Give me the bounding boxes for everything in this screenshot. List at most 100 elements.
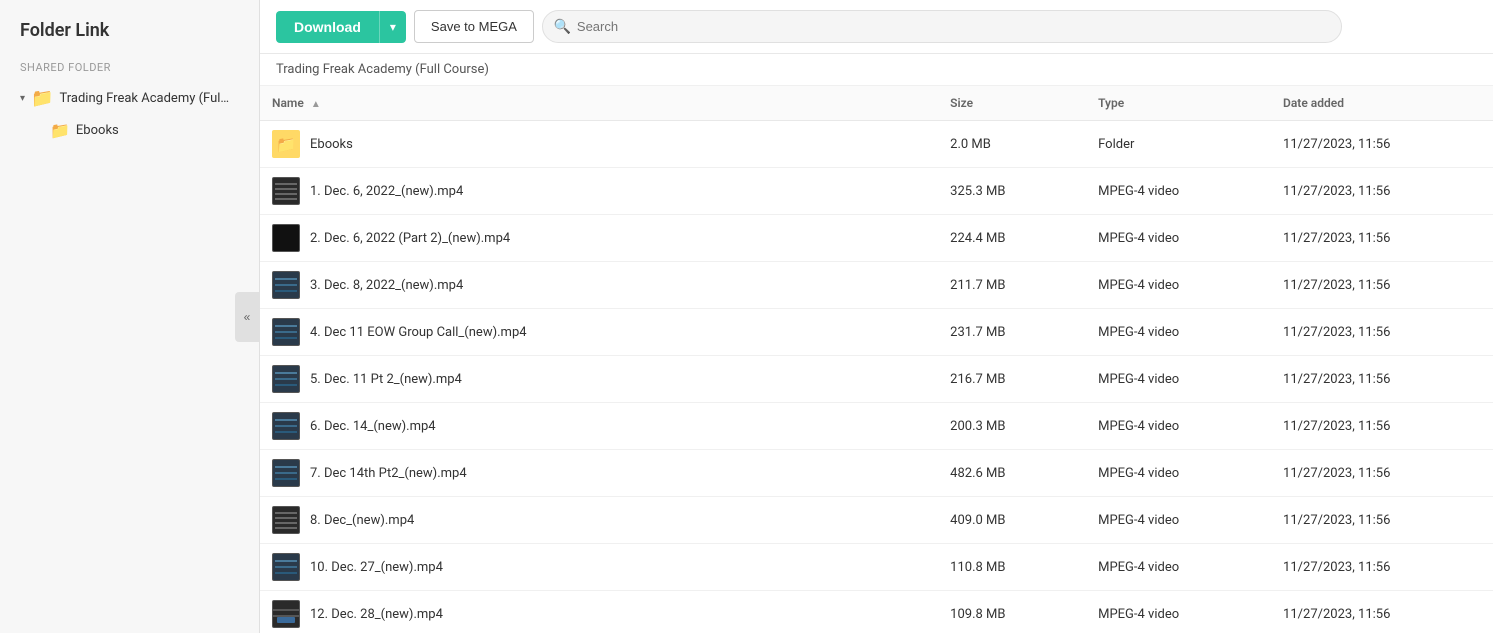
download-button-group: Download ▾ [276, 11, 406, 43]
file-type: MPEG-4 video [1086, 262, 1271, 309]
breadcrumb: Trading Freak Academy (Full Course) [260, 54, 1493, 86]
file-name-text: Ebooks [310, 137, 353, 152]
video-thumbnail [272, 318, 300, 346]
main-content: Download ▾ Save to MEGA 🔍 Trading Freak … [260, 0, 1493, 633]
col-header-name[interactable]: Name ▲ [260, 86, 938, 121]
file-type: Folder [1086, 121, 1271, 168]
file-name-text: 3. Dec. 8, 2022_(new).mp4 [310, 278, 463, 293]
table-row[interactable]: 5. Dec. 11 Pt 2_(new).mp4 216.7 MB MPEG-… [260, 356, 1493, 403]
col-header-type: Type [1086, 86, 1271, 121]
file-name-text: 6. Dec. 14_(new).mp4 [310, 419, 436, 434]
file-date: 11/27/2023, 11:56 [1271, 309, 1493, 356]
table-row[interactable]: 3. Dec. 8, 2022_(new).mp4 211.7 MB MPEG-… [260, 262, 1493, 309]
table-row[interactable]: 10. Dec. 27_(new).mp4 110.8 MB MPEG-4 vi… [260, 544, 1493, 591]
sort-arrow-icon: ▲ [311, 99, 321, 110]
file-date: 11/27/2023, 11:56 [1271, 168, 1493, 215]
file-type: MPEG-4 video [1086, 450, 1271, 497]
video-thumbnail [272, 224, 300, 252]
file-type: MPEG-4 video [1086, 591, 1271, 633]
file-date: 11/27/2023, 11:56 [1271, 121, 1493, 168]
video-thumbnail [272, 177, 300, 205]
collapse-icon: « [244, 310, 251, 324]
file-size: 482.6 MB [938, 450, 1086, 497]
shared-folder-label: Shared folder [0, 61, 259, 82]
root-folder-label: Trading Freak Academy (Full C [59, 91, 229, 106]
file-name-text: 5. Dec. 11 Pt 2_(new).mp4 [310, 372, 462, 387]
video-thumbnail [272, 600, 300, 628]
folder-icon: 📁 [31, 88, 53, 109]
table-row[interactable]: 8. Dec_(new).mp4 409.0 MB MPEG-4 video 1… [260, 497, 1493, 544]
chevron-down-icon: ▾ [20, 93, 25, 104]
file-name-cell: 1. Dec. 6, 2022_(new).mp4 [260, 168, 938, 215]
search-icon: 🔍 [554, 19, 571, 35]
toolbar: Download ▾ Save to MEGA 🔍 [260, 0, 1493, 54]
file-table-wrap: Name ▲ Size Type Date added 📁 Ebooks 2.0… [260, 86, 1493, 633]
video-thumbnail [272, 412, 300, 440]
file-name-text: 8. Dec_(new).mp4 [310, 513, 414, 528]
save-to-mega-button[interactable]: Save to MEGA [414, 10, 534, 43]
table-row[interactable]: 1. Dec. 6, 2022_(new).mp4 325.3 MB MPEG-… [260, 168, 1493, 215]
file-name-cell: 7. Dec 14th Pt2_(new).mp4 [260, 450, 938, 497]
search-container: 🔍 [542, 10, 1342, 43]
video-thumbnail [272, 553, 300, 581]
table-row[interactable]: 📁 Ebooks 2.0 MB Folder 11/27/2023, 11:56 [260, 121, 1493, 168]
download-dropdown-button[interactable]: ▾ [380, 11, 406, 43]
table-row[interactable]: 6. Dec. 14_(new).mp4 200.3 MB MPEG-4 vid… [260, 403, 1493, 450]
file-size: 2.0 MB [938, 121, 1086, 168]
table-row[interactable]: 4. Dec 11 EOW Group Call_(new).mp4 231.7… [260, 309, 1493, 356]
table-header-row: Name ▲ Size Type Date added [260, 86, 1493, 121]
file-name-text: 4. Dec 11 EOW Group Call_(new).mp4 [310, 325, 527, 340]
file-date: 11/27/2023, 11:56 [1271, 262, 1493, 309]
video-thumbnail [272, 459, 300, 487]
col-header-date: Date added [1271, 86, 1493, 121]
file-size: 216.7 MB [938, 356, 1086, 403]
video-thumbnail [272, 365, 300, 393]
search-input[interactable] [542, 10, 1342, 43]
table-row[interactable]: 7. Dec 14th Pt2_(new).mp4 482.6 MB MPEG-… [260, 450, 1493, 497]
file-size: 231.7 MB [938, 309, 1086, 356]
file-size: 325.3 MB [938, 168, 1086, 215]
file-date: 11/27/2023, 11:56 [1271, 215, 1493, 262]
file-name-cell: 2. Dec. 6, 2022 (Part 2)_(new).mp4 [260, 215, 938, 262]
download-button[interactable]: Download [276, 11, 380, 43]
file-name-cell: 4. Dec 11 EOW Group Call_(new).mp4 [260, 309, 938, 356]
file-name-cell: 12. Dec. 28_(new).mp4 [260, 591, 938, 633]
ebooks-label: Ebooks [76, 123, 119, 138]
file-size: 224.4 MB [938, 215, 1086, 262]
file-name-cell: 8. Dec_(new).mp4 [260, 497, 938, 544]
file-size: 409.0 MB [938, 497, 1086, 544]
file-date: 11/27/2023, 11:56 [1271, 356, 1493, 403]
table-row[interactable]: 2. Dec. 6, 2022 (Part 2)_(new).mp4 224.4… [260, 215, 1493, 262]
collapse-sidebar-button[interactable]: « [235, 292, 259, 342]
file-type: MPEG-4 video [1086, 497, 1271, 544]
table-row[interactable]: 12. Dec. 28_(new).mp4 109.8 MB MPEG-4 vi… [260, 591, 1493, 633]
file-name-cell: 3. Dec. 8, 2022_(new).mp4 [260, 262, 938, 309]
file-name-text: 10. Dec. 27_(new).mp4 [310, 560, 443, 575]
file-date: 11/27/2023, 11:56 [1271, 403, 1493, 450]
file-name-cell: 5. Dec. 11 Pt 2_(new).mp4 [260, 356, 938, 403]
file-type: MPEG-4 video [1086, 168, 1271, 215]
file-type: MPEG-4 video [1086, 403, 1271, 450]
sidebar-item-ebooks[interactable]: 📁 Ebooks [0, 115, 259, 146]
sidebar-item-root[interactable]: ▾ 📁 Trading Freak Academy (Full C [0, 82, 259, 115]
file-name-cell: 📁 Ebooks [260, 121, 938, 168]
folder-icon: 📁 [50, 121, 70, 140]
file-date: 11/27/2023, 11:56 [1271, 544, 1493, 591]
file-name-cell: 6. Dec. 14_(new).mp4 [260, 403, 938, 450]
file-name-text: 7. Dec 14th Pt2_(new).mp4 [310, 466, 467, 481]
file-name-text: 12. Dec. 28_(new).mp4 [310, 607, 443, 622]
file-type: MPEG-4 video [1086, 215, 1271, 262]
folder-thumbnail: 📁 [272, 130, 300, 158]
video-thumbnail [272, 506, 300, 534]
file-size: 110.8 MB [938, 544, 1086, 591]
sidebar: Folder Link Shared folder ▾ 📁 Trading Fr… [0, 0, 260, 633]
col-header-size: Size [938, 86, 1086, 121]
file-table-body: 📁 Ebooks 2.0 MB Folder 11/27/2023, 11:56… [260, 121, 1493, 633]
file-name-text: 1. Dec. 6, 2022_(new).mp4 [310, 184, 463, 199]
file-date: 11/27/2023, 11:56 [1271, 497, 1493, 544]
sidebar-title: Folder Link [0, 20, 259, 61]
file-size: 109.8 MB [938, 591, 1086, 633]
file-type: MPEG-4 video [1086, 309, 1271, 356]
file-size: 200.3 MB [938, 403, 1086, 450]
file-date: 11/27/2023, 11:56 [1271, 450, 1493, 497]
